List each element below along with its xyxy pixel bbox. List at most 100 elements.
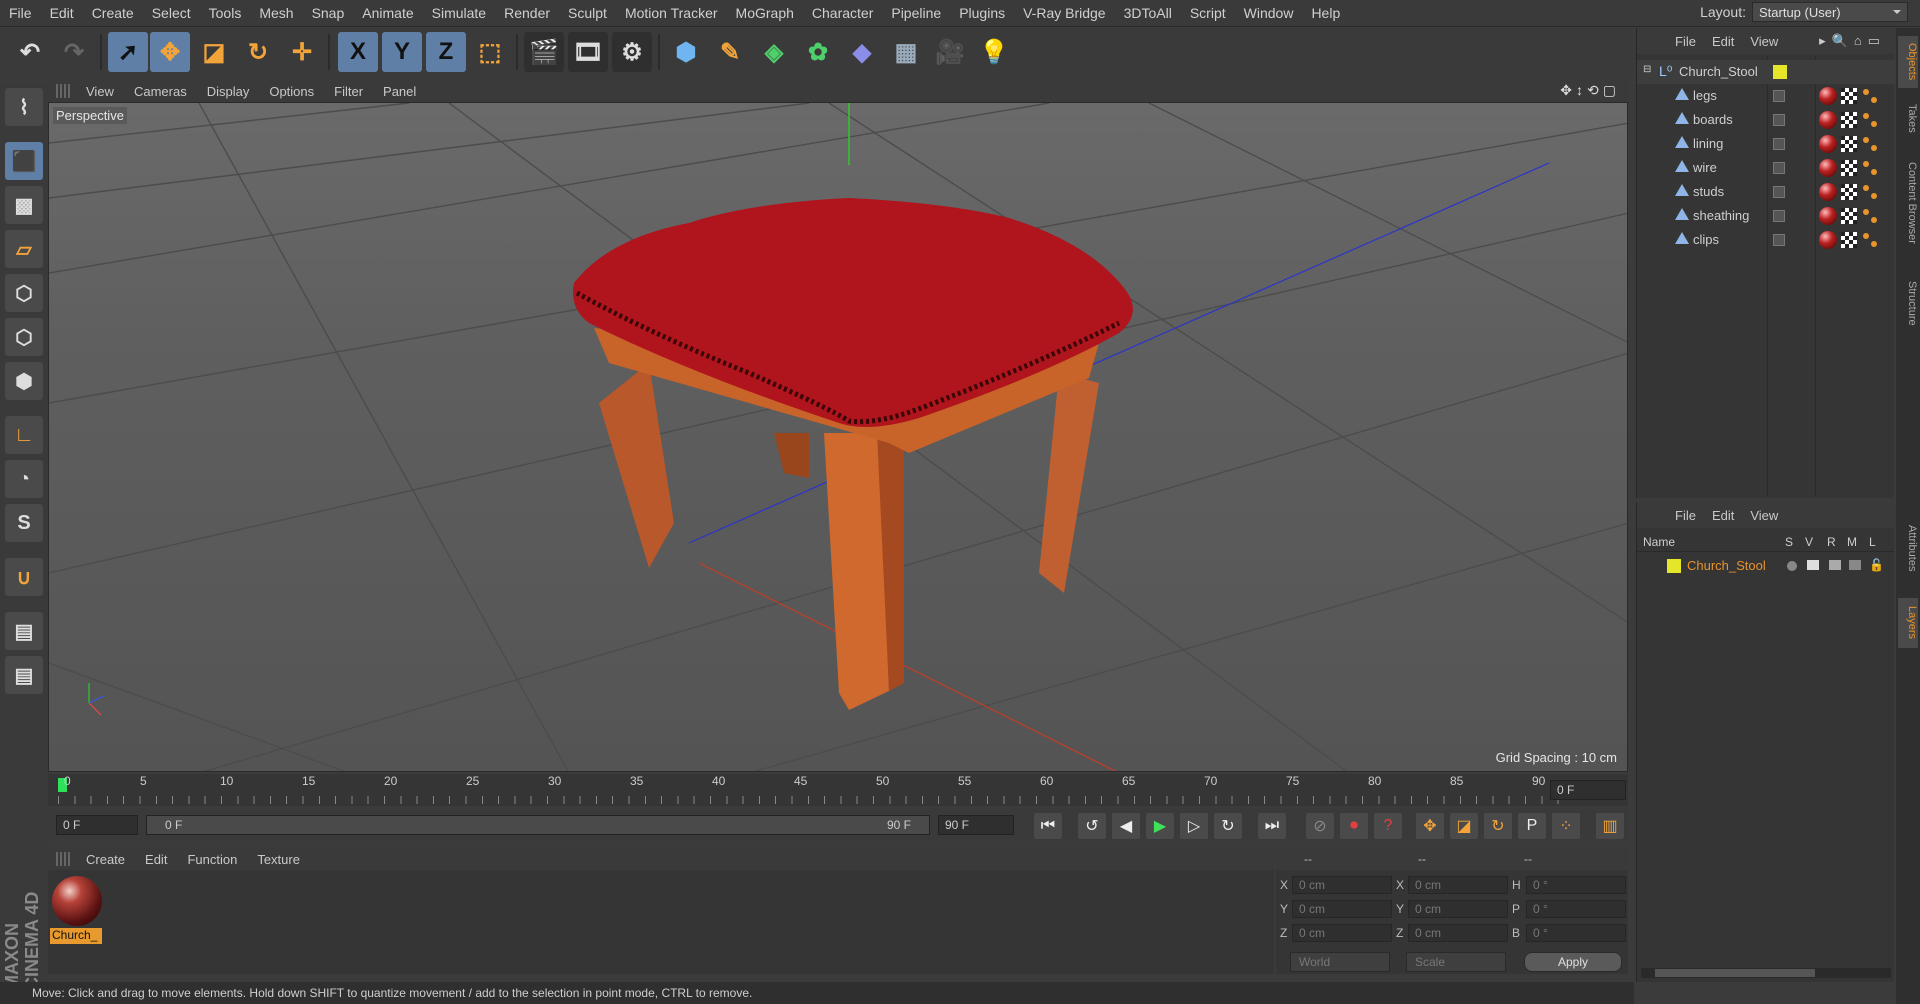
uvw-tag-icon[interactable]: [1841, 208, 1857, 224]
pen-spline-icon[interactable]: ✎: [710, 32, 750, 72]
tab-layers[interactable]: Layers: [1898, 598, 1918, 648]
play-icon[interactable]: ▶: [1146, 813, 1174, 839]
viewport-menu-options[interactable]: Options: [259, 84, 324, 99]
layer-row[interactable]: Church_Stool 🔓: [1637, 554, 1897, 578]
material-preview-ball[interactable]: [52, 876, 102, 926]
phong-tag-icon[interactable]: [1863, 113, 1877, 127]
phong-tag-icon[interactable]: [1863, 89, 1877, 103]
viewport-menu-cameras[interactable]: Cameras: [124, 84, 197, 99]
menu-tools[interactable]: Tools: [200, 5, 251, 21]
cube-icon[interactable]: ⬢: [666, 32, 706, 72]
object-menu-edit[interactable]: Edit: [1704, 34, 1742, 49]
uvw-tag-icon[interactable]: [1841, 136, 1857, 152]
layer-color-swatch[interactable]: [1773, 65, 1787, 79]
go-to-end-icon[interactable]: ⏭: [1258, 813, 1286, 839]
polygons-mode-icon[interactable]: ⬢: [5, 362, 43, 400]
coordinate-system-icon[interactable]: ⬚: [470, 32, 510, 72]
tweak-mode-icon[interactable]: ◔: [5, 460, 43, 498]
visibility-toggle[interactable]: [1773, 234, 1785, 246]
tab-takes[interactable]: Takes: [1898, 98, 1918, 138]
planar-workplane-icon[interactable]: ▤: [5, 656, 43, 694]
coordinate-space-dropdown[interactable]: World: [1290, 952, 1390, 972]
transform-icon[interactable]: ✛: [282, 32, 322, 72]
menu-create[interactable]: Create: [83, 5, 143, 21]
end-frame-field[interactable]: 90 F: [938, 815, 1014, 835]
object-row[interactable]: wire: [1637, 156, 1897, 180]
menu-simulate[interactable]: Simulate: [423, 5, 495, 21]
object-row[interactable]: legs: [1637, 84, 1897, 108]
y-axis-button[interactable]: Y: [382, 32, 422, 72]
viewport-menu-panel[interactable]: Panel: [373, 84, 426, 99]
material-tag-icon[interactable]: [1819, 207, 1837, 225]
render-settings-icon[interactable]: ⚙: [612, 32, 652, 72]
record-icon[interactable]: ⏺: [1340, 813, 1368, 839]
uvw-tag-icon[interactable]: [1841, 112, 1857, 128]
tab-structure[interactable]: Structure: [1898, 268, 1918, 338]
menu-animate[interactable]: Animate: [353, 5, 422, 21]
object-row[interactable]: lining: [1637, 132, 1897, 156]
position-z-field[interactable]: 0 cm: [1292, 924, 1392, 942]
menu-file[interactable]: File: [0, 5, 41, 21]
material-tag-icon[interactable]: [1819, 87, 1837, 105]
menu-snap[interactable]: Snap: [303, 5, 354, 21]
model-mode-icon[interactable]: ⬛: [5, 142, 43, 180]
layout-dropdown[interactable]: Startup (User): [1752, 2, 1908, 22]
coordinate-mode-dropdown[interactable]: Scale: [1406, 952, 1506, 972]
menu-select[interactable]: Select: [143, 5, 200, 21]
snapping-icon[interactable]: S: [5, 504, 43, 542]
key-points-icon[interactable]: ⁘: [1552, 813, 1580, 839]
undo-icon[interactable]: ↶: [10, 32, 50, 72]
viewport-nav-icons[interactable]: ✥↕⟲▢: [1560, 82, 1620, 99]
size-z-field[interactable]: 0 cm: [1408, 924, 1508, 942]
layer-color-swatch[interactable]: [1667, 559, 1681, 573]
eye-icon[interactable]: [1807, 560, 1819, 570]
menu-plugins[interactable]: Plugins: [950, 5, 1014, 21]
lock-icon[interactable]: 🔓: [1869, 558, 1884, 572]
viewport-menu-filter[interactable]: Filter: [324, 84, 373, 99]
material-tag-icon[interactable]: [1819, 135, 1837, 153]
visibility-toggle[interactable]: [1773, 114, 1785, 126]
menu-help[interactable]: Help: [1302, 5, 1349, 21]
size-x-field[interactable]: 0 cm: [1408, 876, 1508, 894]
layer-menu-edit[interactable]: Edit: [1704, 508, 1742, 523]
menu-window[interactable]: Window: [1235, 5, 1303, 21]
material-menu-create[interactable]: Create: [76, 852, 135, 867]
object-row[interactable]: clips: [1637, 228, 1897, 252]
material-menu-function[interactable]: Function: [177, 852, 247, 867]
solo-icon[interactable]: [1787, 561, 1797, 571]
object-menu-file[interactable]: File: [1667, 34, 1704, 49]
phong-tag-icon[interactable]: [1863, 209, 1877, 223]
key-parameter-icon[interactable]: P: [1518, 813, 1546, 839]
lock-workplane-icon[interactable]: ▤: [5, 612, 43, 650]
viewport-menu-view[interactable]: View: [76, 84, 124, 99]
object-row-root[interactable]: ⊟ L⁰ Church_Stool: [1637, 60, 1897, 84]
tab-objects[interactable]: Objects: [1898, 36, 1918, 88]
axis-mode-icon[interactable]: ∟: [5, 416, 43, 454]
autokey-disabled-icon[interactable]: ⊘: [1306, 813, 1334, 839]
render-view-icon[interactable]: 🎬: [524, 32, 564, 72]
menu-character[interactable]: Character: [803, 5, 882, 21]
menu-mesh[interactable]: Mesh: [250, 5, 302, 21]
live-selection-icon[interactable]: ➚: [108, 32, 148, 72]
ruler-track[interactable]: 0 5 10 15 20 25 30 35 40 45 50 55 60 65 …: [58, 774, 1568, 806]
phong-tag-icon[interactable]: [1863, 185, 1877, 199]
magnet-icon[interactable]: ∪: [5, 558, 43, 596]
menu-3dtoall[interactable]: 3DToAll: [1115, 5, 1181, 21]
visibility-toggle[interactable]: [1773, 90, 1785, 102]
3d-viewport[interactable]: Perspective Grid Spacing : 10 cm: [48, 102, 1628, 772]
rotation-b-field[interactable]: 0 °: [1526, 924, 1626, 942]
make-editable-icon[interactable]: ⌇: [5, 88, 43, 126]
position-y-field[interactable]: 0 cm: [1292, 900, 1392, 918]
menu-mograph[interactable]: MoGraph: [727, 5, 803, 21]
horizontal-scrollbar[interactable]: [1641, 968, 1891, 978]
collapse-icon[interactable]: ⊟: [1643, 64, 1651, 75]
object-row[interactable]: studs: [1637, 180, 1897, 204]
rotation-p-field[interactable]: 0 °: [1526, 900, 1626, 918]
scale-icon[interactable]: ◪: [194, 32, 234, 72]
object-manager-icons[interactable]: ▸🔍⌂▭: [1819, 33, 1886, 49]
object-row[interactable]: boards: [1637, 108, 1897, 132]
phong-tag-icon[interactable]: [1863, 137, 1877, 151]
frame-range-slider[interactable]: 0 F 90 F: [146, 815, 930, 835]
menu-script[interactable]: Script: [1181, 5, 1235, 21]
material-name-label[interactable]: Church_: [50, 928, 102, 944]
